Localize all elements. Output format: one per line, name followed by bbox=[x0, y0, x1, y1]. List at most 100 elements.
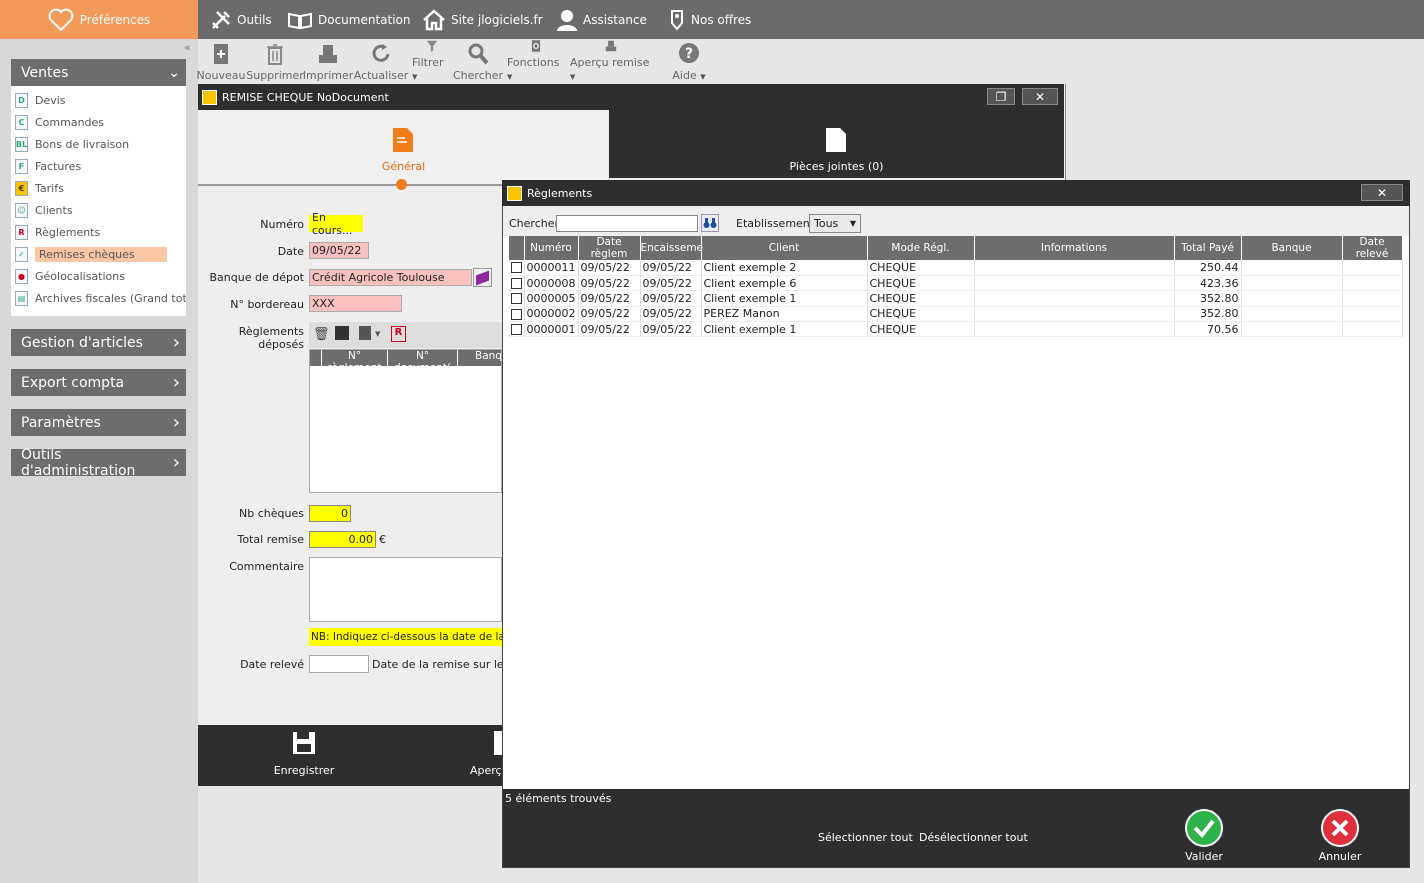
annuler-button[interactable]: Annuler bbox=[1312, 809, 1368, 863]
row-checkbox-cell[interactable] bbox=[509, 275, 525, 292]
search-input[interactable] bbox=[556, 215, 698, 232]
date-releve-field[interactable] bbox=[309, 655, 369, 673]
banque-field[interactable]: Crédit Agricole Toulouse bbox=[309, 269, 472, 286]
chercher-button[interactable]: Chercher bbox=[453, 39, 503, 84]
col-header[interactable]: N° document( bbox=[388, 350, 458, 374]
row-checkbox[interactable] bbox=[511, 308, 522, 320]
preferences-button[interactable]: Préférences bbox=[0, 0, 198, 39]
collapse-sidebar-icon[interactable]: « bbox=[184, 42, 196, 54]
row-checkbox[interactable] bbox=[511, 324, 522, 336]
reglement-r-icon[interactable]: R bbox=[391, 326, 406, 342]
sidebar-item-remises-cheques[interactable]: ✓ Remises chèques bbox=[11, 244, 186, 264]
col-header[interactable]: Banque bbox=[1241, 236, 1343, 260]
row-checkbox[interactable] bbox=[511, 293, 522, 305]
select-all-button[interactable]: Sélectionner tout bbox=[818, 831, 913, 844]
close-dialog-button[interactable]: ✕ bbox=[1361, 184, 1403, 201]
aide-button[interactable]: ? Aide ▼ bbox=[666, 39, 712, 84]
close-window-button[interactable]: ✕ bbox=[1022, 88, 1058, 105]
banque-picker-button[interactable] bbox=[473, 268, 492, 287]
bordereau-field[interactable]: XXX bbox=[309, 295, 402, 312]
section-export-compta[interactable]: Export compta › bbox=[11, 369, 186, 396]
table-cell bbox=[1241, 306, 1343, 323]
ventes-list: D Devis C Commandes BL Bons de livraison FF… bbox=[11, 86, 186, 316]
row-checkbox-cell[interactable] bbox=[509, 306, 525, 323]
tag-icon bbox=[671, 9, 683, 31]
table-row[interactable]: 0000011 09/05/22 09/05/22 Client exemple 2C… bbox=[509, 260, 1403, 276]
nav-assistance[interactable]: Assistance bbox=[556, 0, 647, 39]
row-checkbox-cell[interactable] bbox=[509, 321, 525, 338]
aide-label: Aide bbox=[672, 69, 697, 82]
actualiser-button[interactable]: Actualiser bbox=[354, 39, 408, 84]
nav-offres[interactable]: Nos offres bbox=[668, 0, 751, 39]
sidebar-item-bons-livraison[interactable]: BL Bons de livraison bbox=[11, 134, 186, 154]
col-header[interactable]: Client bbox=[701, 236, 868, 260]
heart-icon bbox=[48, 8, 74, 31]
gear-document-icon bbox=[531, 40, 541, 52]
supprimer-button[interactable]: Supprimer bbox=[246, 39, 304, 84]
sidebar-item-devis[interactable]: D Devis bbox=[11, 90, 186, 110]
section-gestion-articles[interactable]: Gestion d'articles › bbox=[11, 329, 186, 356]
search-button[interactable] bbox=[701, 214, 719, 232]
section-outils-admin[interactable]: Outils d'administration › bbox=[11, 447, 186, 479]
col-header[interactable]: Encaisseme bbox=[640, 236, 703, 260]
valider-button[interactable]: Valider bbox=[1176, 809, 1232, 863]
reglements-titlebar: Règlements bbox=[502, 180, 1410, 206]
col-header-check[interactable] bbox=[509, 236, 525, 260]
table-cell: 09/05/22 bbox=[640, 290, 702, 307]
imprimer-button[interactable]: Imprimer bbox=[303, 39, 353, 84]
section-parametres[interactable]: Paramètres › bbox=[11, 409, 186, 436]
document-gear-icon[interactable] bbox=[359, 326, 371, 340]
apercu-button[interactable]: Aperç bbox=[470, 731, 502, 781]
col-header[interactable]: Date relevé bbox=[1342, 236, 1403, 260]
table-cell: 09/05/22 bbox=[578, 290, 641, 307]
col-header[interactable]: Total Payé bbox=[1174, 236, 1242, 260]
col-header[interactable]: N° règlement bbox=[322, 350, 388, 374]
filtrer-button[interactable]: Filtrer ▼ bbox=[412, 39, 452, 84]
checkmark-icon bbox=[1185, 809, 1223, 847]
enregistrer-button[interactable]: Enregistrer bbox=[270, 731, 338, 781]
table-row[interactable]: 0000008 09/05/22 09/05/22 Client exemple 6C… bbox=[509, 275, 1403, 292]
deselect-all-button[interactable]: Désélectionner tout bbox=[919, 831, 1028, 844]
restore-window-button[interactable]: ❐ bbox=[987, 88, 1015, 105]
nav-outils[interactable]: Outils bbox=[210, 0, 272, 39]
cancel-x-icon bbox=[1321, 809, 1359, 847]
nouveau-button[interactable]: Nouveau bbox=[197, 39, 245, 84]
row-checkbox-cell[interactable] bbox=[509, 260, 525, 276]
nav-site[interactable]: Site jlogiciels.fr bbox=[422, 0, 543, 39]
row-checkbox[interactable] bbox=[511, 278, 522, 290]
trash-icon[interactable]: 🗑 bbox=[313, 327, 330, 342]
col-header[interactable]: Mode Régl. bbox=[867, 236, 975, 260]
sidebar-item-commandes[interactable]: C Commandes bbox=[11, 112, 186, 132]
table-row[interactable]: 0000005 09/05/22 09/05/22 Client exemple 1C… bbox=[509, 290, 1403, 307]
fonctions-button[interactable]: Fonctions ▼ bbox=[507, 39, 565, 84]
table-cell: 0000001 bbox=[524, 321, 579, 338]
nav-documentation[interactable]: Documentation bbox=[287, 0, 411, 39]
sidebar-item-archives[interactable]: ▤ Archives fiscales (Grand totaux) bbox=[11, 288, 186, 308]
table-cell: Client exemple 6 bbox=[701, 275, 868, 292]
sidebar-item-clients[interactable]: ☺ Clients bbox=[11, 200, 186, 220]
sidebar-item-reglements[interactable]: R Règlements bbox=[11, 222, 186, 242]
table-cell bbox=[1342, 290, 1403, 307]
binoculars-icon bbox=[703, 218, 717, 228]
table-row[interactable]: 0000001 09/05/22 09/05/22 Client exemple 1C… bbox=[509, 321, 1403, 338]
row-checkbox[interactable] bbox=[511, 262, 522, 274]
etablissement-select[interactable]: Tous ▼ bbox=[809, 214, 861, 233]
sidebar-item-factures[interactable]: F Factures bbox=[11, 156, 186, 176]
section-ventes[interactable]: Ventes ⌄ bbox=[11, 59, 186, 86]
row-checkbox-cell[interactable] bbox=[509, 290, 525, 307]
col-header[interactable]: Informations bbox=[974, 236, 1175, 260]
col-header[interactable]: Date règlem bbox=[578, 236, 641, 260]
sidebar-item-geolocalisations[interactable]: ● Géolocalisations bbox=[11, 266, 186, 286]
commentaire-textarea[interactable] bbox=[309, 557, 502, 622]
tab-pieces-jointes[interactable]: Pièces jointes (0) bbox=[609, 110, 1064, 178]
apercu-footer-label: Aperç bbox=[470, 764, 502, 777]
date-field[interactable]: 09/05/22 bbox=[309, 242, 369, 259]
sidebar-item-tarifs[interactable]: € Tarifs bbox=[11, 178, 186, 198]
table-row[interactable]: 0000002 09/05/22 09/05/22 PEREZ Manon CHEQUE… bbox=[509, 306, 1403, 323]
dropdown-caret-icon[interactable]: ▼ bbox=[375, 330, 380, 338]
apercu-remise-button[interactable]: Aperçu remise ▼ bbox=[570, 39, 652, 84]
col-header[interactable]: Banq bbox=[458, 350, 502, 366]
col-header[interactable]: Numéro bbox=[524, 236, 579, 260]
printer-icon[interactable] bbox=[335, 326, 349, 340]
tab-general[interactable]: Général bbox=[198, 110, 609, 190]
